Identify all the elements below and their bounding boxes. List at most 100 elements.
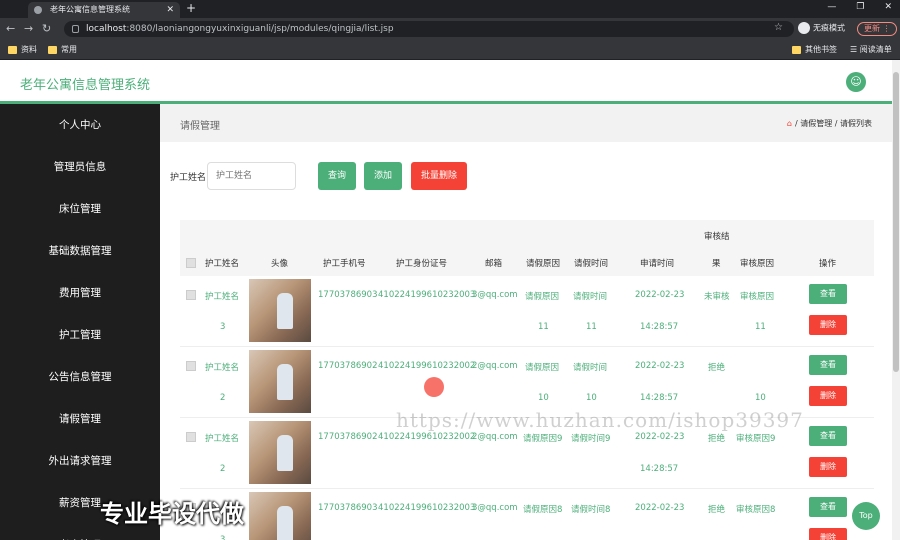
- app-title: 老年公寓信息管理系统: [20, 78, 151, 93]
- browser-tab[interactable]: 老年公寓信息管理系统 ✕: [28, 2, 180, 18]
- cell-email: 2@qq.com: [472, 361, 518, 371]
- add-button[interactable]: 添加: [364, 162, 402, 190]
- table-row: 3 17703786903 410224199610232003 3@qq.co…: [180, 489, 874, 540]
- incognito-label: 无痕模式: [813, 23, 845, 33]
- url-path: :8080/laoniangongyuxinxiguanli/jsp/modul…: [126, 24, 394, 34]
- back-to-top-button[interactable]: Top: [852, 502, 880, 530]
- cell-audit-result: 未审核: [704, 292, 730, 302]
- cell-audit-reason: 审核原因8: [736, 505, 776, 515]
- cell-idcard: 410224199610232003: [378, 503, 476, 513]
- window-controls: — ❐ ✕: [827, 2, 892, 12]
- cell-reason: 请假原因: [525, 292, 560, 302]
- bookmark-star-icon[interactable]: ☆: [774, 22, 783, 33]
- header-idcard: 护工身份证号: [396, 259, 448, 269]
- sidebar-item-outing[interactable]: 外出请求管理: [0, 440, 160, 482]
- sidebar-item-caregiver[interactable]: 护工管理: [0, 314, 160, 356]
- overlay-caption: 专业毕设代做: [100, 500, 244, 528]
- sidebar-item-bed[interactable]: 床位管理: [0, 188, 160, 230]
- header-reason: 请假原因: [526, 259, 561, 269]
- row-checkbox[interactable]: [186, 361, 196, 371]
- cell-audit-reason-cont: 10: [755, 393, 766, 403]
- cell-name-cont: 3: [220, 535, 226, 540]
- sidebar-item-fees[interactable]: 费用管理: [0, 272, 160, 314]
- update-button[interactable]: 更新 ⋮: [857, 22, 897, 36]
- cell-idcard: 410224199610232002: [378, 432, 476, 442]
- select-all-checkbox[interactable]: [186, 258, 196, 268]
- delete-button[interactable]: 删除: [809, 457, 847, 477]
- url-host: localhost: [86, 24, 127, 34]
- table-row: 护工姓名 3 17703786903 410224199610232003 3@…: [180, 276, 874, 347]
- cell-phone: 17703786902: [318, 432, 378, 442]
- cell-leave-time: 请假时间9: [571, 434, 611, 444]
- cell-audit-result: 拒绝: [708, 363, 726, 373]
- header-audit-result-cont: 果: [712, 259, 721, 269]
- restore-icon[interactable]: ❐: [856, 2, 864, 12]
- sidebar-item-admin-info[interactable]: 管理员信息: [0, 146, 160, 188]
- delete-button[interactable]: 删除: [809, 528, 847, 540]
- cell-idcard: 410224199610232002: [378, 361, 476, 371]
- reload-icon[interactable]: ↻: [42, 22, 51, 35]
- view-button[interactable]: 查看: [809, 355, 847, 375]
- view-button[interactable]: 查看: [809, 426, 847, 446]
- cell-apply-date: 2022-02-23: [635, 290, 685, 300]
- home-icon[interactable]: ⌂: [787, 119, 792, 128]
- bookmark-folder[interactable]: 常用: [48, 44, 77, 56]
- header-audit-reason: 审核原因: [740, 259, 775, 269]
- search-label: 护工姓名: [170, 173, 207, 183]
- view-button[interactable]: 查看: [809, 284, 847, 304]
- cell-leave-time: 请假时间: [573, 363, 608, 373]
- incognito-indicator[interactable]: 无痕模式: [798, 22, 845, 34]
- page-scrollbar[interactable]: [892, 60, 900, 540]
- header-avatar: 头像: [271, 259, 289, 269]
- info-icon[interactable]: [72, 25, 79, 33]
- address-bar[interactable]: localhost:8080/laoniangongyuxinxiguanli/…: [64, 21, 794, 37]
- header-audit-result: 审核结: [704, 232, 730, 242]
- search-input[interactable]: [207, 162, 296, 190]
- delete-button[interactable]: 删除: [809, 315, 847, 335]
- bookmark-label: 其他书签: [805, 45, 837, 54]
- cell-phone: 17703786903: [318, 290, 378, 300]
- sidebar-item-notice[interactable]: 公告信息管理: [0, 356, 160, 398]
- minimize-icon[interactable]: —: [827, 2, 836, 12]
- query-button[interactable]: 查询: [318, 162, 356, 190]
- delete-button[interactable]: 删除: [809, 386, 847, 406]
- close-window-icon[interactable]: ✕: [884, 2, 892, 12]
- update-label: 更新: [864, 24, 880, 33]
- sidebar-item-leave[interactable]: 请假管理: [0, 398, 160, 440]
- breadcrumb-separator: /: [834, 119, 838, 128]
- tab-title: 老年公寓信息管理系统: [50, 5, 130, 14]
- bookmark-folder[interactable]: 资料: [8, 44, 37, 56]
- folder-icon: [792, 45, 801, 54]
- cell-reason: 请假原因8: [523, 505, 563, 515]
- table-header: 护工姓名 头像 护工手机号 护工身份证号 邮箱 请假原因 请假时间 申请时间 审…: [180, 220, 874, 276]
- user-icon[interactable]: ☺: [846, 72, 866, 92]
- view-button[interactable]: 查看: [809, 497, 847, 517]
- back-icon[interactable]: ←: [6, 22, 15, 35]
- batch-delete-button[interactable]: 批量删除: [411, 162, 467, 190]
- bookmark-folder[interactable]: 其他书签: [792, 44, 837, 56]
- sidebar-item-base-data[interactable]: 基础数据管理: [0, 230, 160, 272]
- cell-name: 护工姓名: [205, 434, 240, 444]
- scrollbar-thumb[interactable]: [893, 72, 899, 372]
- row-checkbox[interactable]: [186, 432, 196, 442]
- folder-icon: [48, 45, 57, 54]
- cell-name: 护工姓名: [205, 292, 240, 302]
- forward-icon[interactable]: →: [24, 22, 33, 35]
- cell-leave-time: 请假时间: [573, 292, 608, 302]
- header-name: 护工姓名: [205, 259, 240, 269]
- cell-audit-reason: 审核原因: [740, 292, 775, 302]
- new-tab-button[interactable]: +: [186, 1, 196, 15]
- browser-tab-bar: 老年公寓信息管理系统 ✕ + — ❐ ✕: [0, 0, 900, 18]
- breadcrumb-link[interactable]: 请假管理: [800, 119, 832, 128]
- cell-phone: 17703786902: [318, 361, 378, 371]
- mouse-cursor-highlight: [424, 377, 444, 397]
- reading-list[interactable]: ☰ 阅读清单: [850, 44, 892, 56]
- cell-audit-result: 拒绝: [708, 505, 726, 515]
- app-header: 老年公寓信息管理系统 ☺: [0, 60, 892, 104]
- row-checkbox[interactable]: [186, 290, 196, 300]
- breadcrumb-bar: 请假管理 ⌂ / 请假管理 / 请假列表: [160, 104, 892, 142]
- sidebar-item-personal-center[interactable]: 个人中心: [0, 104, 160, 146]
- cell-reason: 请假原因: [525, 363, 560, 373]
- cell-audit-reason-cont: 11: [755, 322, 766, 332]
- close-tab-icon[interactable]: ✕: [166, 2, 174, 18]
